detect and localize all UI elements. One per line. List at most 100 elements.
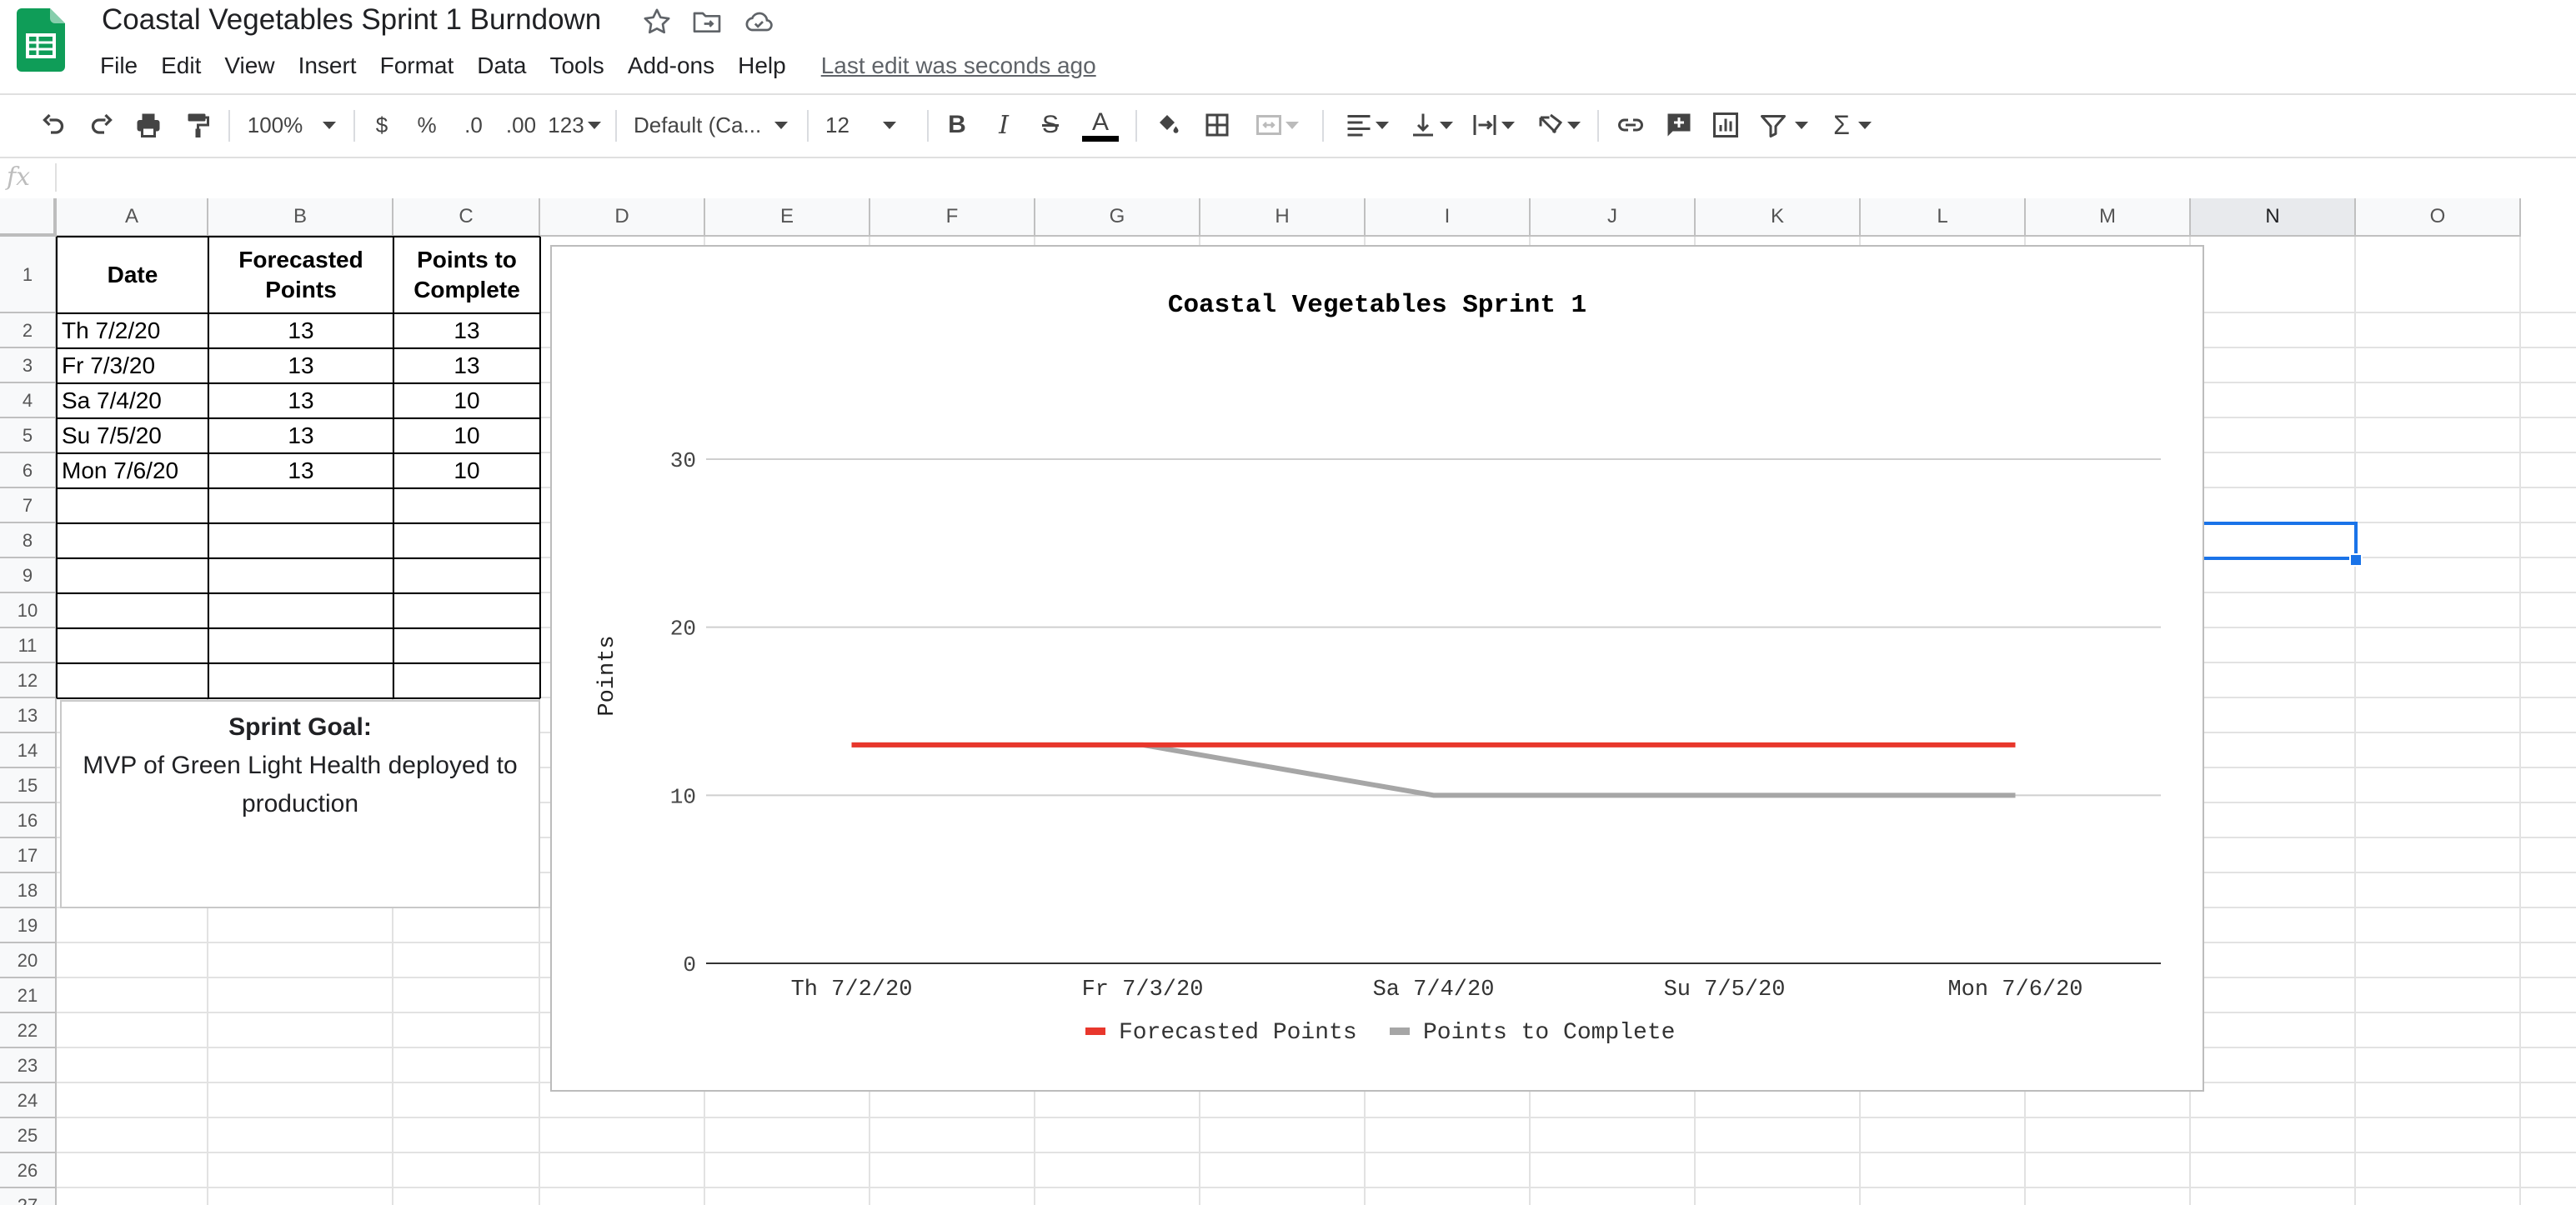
- star-icon[interactable]: [640, 5, 674, 38]
- increase-decimal-button[interactable]: .00: [500, 103, 542, 147]
- zoom-select[interactable]: 100%: [242, 103, 342, 147]
- table-cell[interactable]: Th 7/2/20: [57, 313, 208, 348]
- document-title[interactable]: Coastal Vegetables Sprint 1 Burndown: [102, 0, 601, 40]
- row-header-3[interactable]: 3: [0, 348, 57, 383]
- table-cell[interactable]: 13: [208, 313, 393, 348]
- table-cell[interactable]: 13: [208, 418, 393, 453]
- menu-add-ons[interactable]: Add-ons: [616, 52, 726, 79]
- text-color-button[interactable]: A: [1082, 103, 1119, 147]
- row-header-5[interactable]: 5: [0, 418, 57, 453]
- row-header-11[interactable]: 11: [0, 628, 57, 663]
- insert-chart-icon[interactable]: [1707, 103, 1744, 147]
- column-header-i[interactable]: I: [1366, 198, 1531, 237]
- row-header-20[interactable]: 20: [0, 943, 57, 978]
- row-header-1[interactable]: 1: [0, 237, 57, 313]
- row-header-13[interactable]: 13: [0, 698, 57, 733]
- move-folder-icon[interactable]: [690, 5, 724, 38]
- text-rotation-icon[interactable]: [1529, 103, 1587, 147]
- row-header-19[interactable]: 19: [0, 908, 57, 943]
- table-cell[interactable]: 13: [208, 453, 393, 488]
- table-cell[interactable]: 10: [393, 383, 540, 418]
- row-header-6[interactable]: 6: [0, 453, 57, 488]
- column-header-e[interactable]: E: [705, 198, 870, 237]
- row-header-23[interactable]: 23: [0, 1048, 57, 1083]
- menu-help[interactable]: Help: [726, 52, 798, 79]
- row-header-27[interactable]: 27: [0, 1188, 57, 1205]
- table-header-cell[interactable]: Points to Complete: [393, 237, 540, 313]
- table-cell[interactable]: 13: [208, 348, 393, 383]
- table-cell[interactable]: 13: [393, 313, 540, 348]
- table-cell[interactable]: Fr 7/3/20: [57, 348, 208, 383]
- row-header-26[interactable]: 26: [0, 1153, 57, 1188]
- selected-cell[interactable]: [2189, 522, 2358, 560]
- italic-button[interactable]: I: [989, 103, 1019, 147]
- column-header-n[interactable]: N: [2191, 198, 2356, 237]
- horizontal-align-icon[interactable]: [1337, 103, 1396, 147]
- font-size-select[interactable]: 12: [825, 103, 917, 147]
- menu-edit[interactable]: Edit: [149, 52, 213, 79]
- row-header-18[interactable]: 18: [0, 873, 57, 908]
- percent-format-button[interactable]: %: [412, 103, 442, 147]
- column-header-g[interactable]: G: [1035, 198, 1200, 237]
- row-header-14[interactable]: 14: [0, 733, 57, 768]
- column-header-m[interactable]: M: [2026, 198, 2191, 237]
- menu-format[interactable]: Format: [368, 52, 466, 79]
- row-header-12[interactable]: 12: [0, 663, 57, 698]
- table-cell[interactable]: 10: [393, 418, 540, 453]
- merge-cells-icon[interactable]: [1247, 103, 1306, 147]
- row-header-9[interactable]: 9: [0, 558, 57, 593]
- currency-format-button[interactable]: $: [367, 103, 397, 147]
- filter-icon[interactable]: [1754, 103, 1812, 147]
- insert-comment-icon[interactable]: [1661, 103, 1697, 147]
- table-cell[interactable]: Su 7/5/20: [57, 418, 208, 453]
- table-cell[interactable]: 13: [393, 348, 540, 383]
- column-header-k[interactable]: K: [1696, 198, 1861, 237]
- formula-input[interactable]: [67, 160, 2554, 197]
- column-header-h[interactable]: H: [1200, 198, 1366, 237]
- column-header-o[interactable]: O: [2356, 198, 2521, 237]
- borders-icon[interactable]: [1200, 103, 1234, 147]
- row-header-2[interactable]: 2: [0, 313, 57, 348]
- column-header-l[interactable]: L: [1861, 198, 2026, 237]
- row-header-16[interactable]: 16: [0, 803, 57, 838]
- table-cell[interactable]: Mon 7/6/20: [57, 453, 208, 488]
- table-cell[interactable]: 13: [208, 383, 393, 418]
- last-edit-link[interactable]: Last edit was seconds ago: [821, 52, 1096, 79]
- menu-data[interactable]: Data: [465, 52, 538, 79]
- font-family-select[interactable]: Default (Ca...: [634, 103, 800, 147]
- table-cell[interactable]: 10: [393, 453, 540, 488]
- undo-icon[interactable]: [35, 103, 72, 147]
- column-header-d[interactable]: D: [540, 198, 705, 237]
- row-header-8[interactable]: 8: [0, 523, 57, 558]
- row-header-10[interactable]: 10: [0, 593, 57, 628]
- text-wrapping-icon[interactable]: [1466, 103, 1519, 147]
- table-cell[interactable]: Sa 7/4/20: [57, 383, 208, 418]
- paint-format-icon[interactable]: [178, 103, 215, 147]
- column-header-f[interactable]: F: [870, 198, 1035, 237]
- fill-color-icon[interactable]: [1150, 103, 1184, 147]
- more-formats-button[interactable]: 123: [547, 103, 602, 147]
- row-header-25[interactable]: 25: [0, 1118, 57, 1153]
- column-header-c[interactable]: C: [393, 198, 540, 237]
- row-header-17[interactable]: 17: [0, 838, 57, 873]
- functions-button[interactable]: Σ: [1826, 103, 1879, 147]
- row-header-24[interactable]: 24: [0, 1083, 57, 1118]
- redo-icon[interactable]: [83, 103, 120, 147]
- select-all-corner[interactable]: [0, 198, 57, 237]
- sheets-logo-icon[interactable]: [17, 8, 65, 72]
- table-header-cell[interactable]: Forecasted Points: [208, 237, 393, 313]
- column-header-b[interactable]: B: [208, 198, 393, 237]
- row-header-22[interactable]: 22: [0, 1013, 57, 1048]
- sprint-goal-box[interactable]: Sprint Goal: MVP of Green Light Health d…: [60, 700, 540, 908]
- column-header-a[interactable]: A: [57, 198, 208, 237]
- column-header-j[interactable]: J: [1531, 198, 1696, 237]
- fill-handle[interactable]: [2349, 553, 2363, 567]
- row-header-15[interactable]: 15: [0, 768, 57, 803]
- insert-link-icon[interactable]: [1612, 103, 1649, 147]
- row-header-21[interactable]: 21: [0, 978, 57, 1013]
- burndown-chart[interactable]: 0 10 20 30 Th 7/2/20 Fr 7/3/20 Sa 7/4/20 Su 7/…: [550, 245, 2204, 1092]
- row-header-7[interactable]: 7: [0, 488, 57, 523]
- menu-tools[interactable]: Tools: [538, 52, 615, 79]
- table-header-cell[interactable]: Date: [57, 237, 208, 313]
- print-icon[interactable]: [130, 103, 167, 147]
